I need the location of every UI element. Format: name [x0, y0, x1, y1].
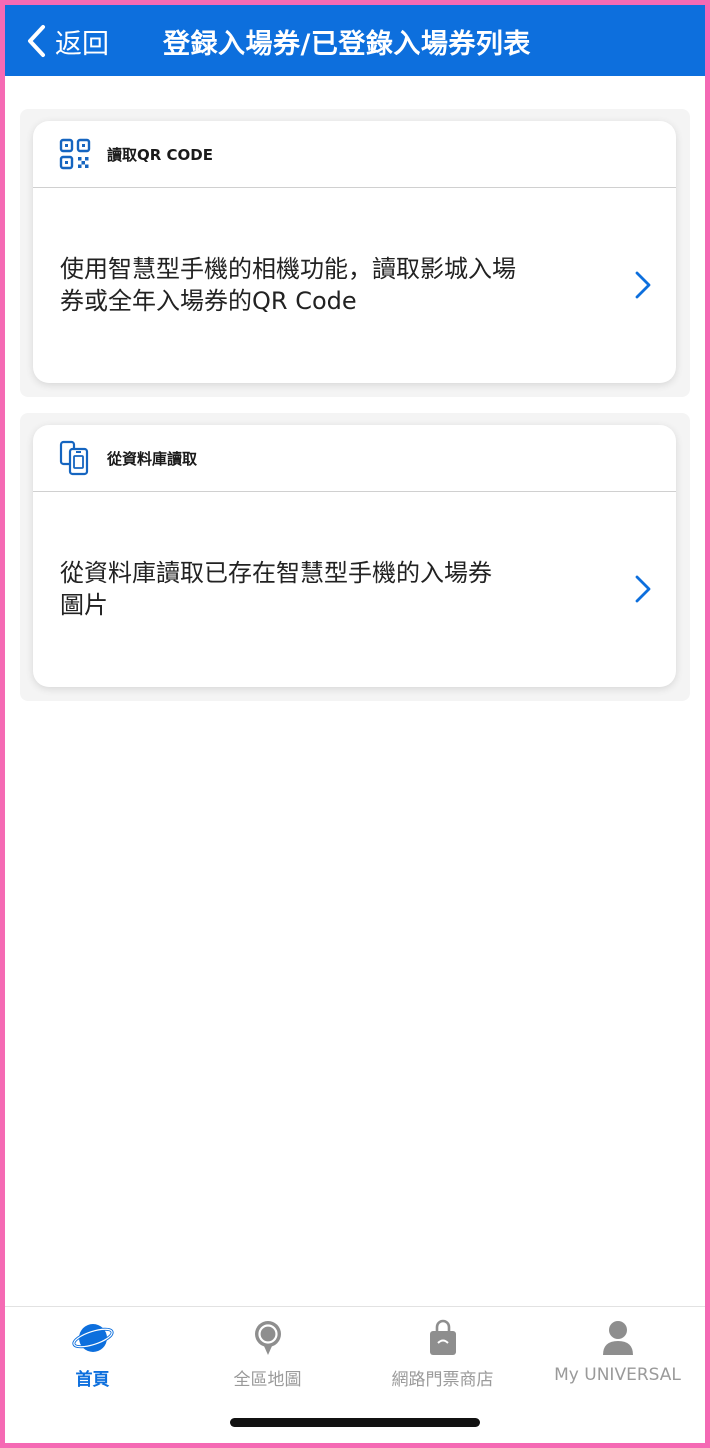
tab-my-universal[interactable]: My UNIVERSAL: [530, 1319, 705, 1389]
back-label: 返回: [55, 28, 109, 60]
card-description: 使用智慧型手機的相機功能，讀取影城入場 券或全年入場券的QR Code: [60, 253, 580, 317]
tab-home[interactable]: 首頁: [5, 1319, 180, 1390]
qr-code-card: 讀取QR CODE 使用智慧型手機的相機功能，讀取影城入場 券或全年入場券的QR…: [33, 121, 676, 383]
load-from-library-button[interactable]: 從資料庫讀取已存在智慧型手機的入場券 圖片: [33, 492, 676, 687]
chevron-right-icon: [634, 270, 652, 304]
tab-ticket-store[interactable]: 網路門票商店: [355, 1319, 530, 1390]
qr-code-icon: [59, 138, 91, 170]
home-indicator: [230, 1418, 480, 1427]
app-frame: 返回 登録入場券/已登錄入場券列表 讀取QR CODE 使用智慧型手機的相機功能…: [0, 0, 710, 1448]
card-header: 讀取QR CODE: [33, 121, 676, 188]
card-header: 從資料庫讀取: [33, 425, 676, 492]
card-description: 從資料庫讀取已存在智慧型手機的入場券 圖片: [60, 557, 580, 621]
library-card: 從資料庫讀取 從資料庫讀取已存在智慧型手機的入場券 圖片: [33, 425, 676, 687]
tab-label: 網路門票商店: [391, 1370, 494, 1390]
tab-label: 首頁: [75, 1370, 110, 1390]
scan-qr-button[interactable]: 使用智慧型手機的相機功能，讀取影城入場 券或全年入場券的QR Code: [33, 188, 676, 383]
card-description-line: 使用智慧型手機的相機功能，讀取影城入場: [60, 255, 516, 283]
card-description-line: 從資料庫讀取已存在智慧型手機的入場券: [60, 559, 492, 587]
card-description-line: 圖片: [60, 591, 108, 619]
tab-map[interactable]: 全區地圖: [180, 1319, 355, 1390]
back-button[interactable]: 返回: [25, 21, 109, 61]
card-heading: 從資料庫讀取: [107, 449, 198, 468]
phone-library-icon: [59, 440, 91, 476]
card-heading: 讀取QR CODE: [107, 145, 213, 164]
bottom-tab-bar: 首頁 全區地圖 網路門票商店 My UNIVERSAL: [5, 1306, 705, 1443]
card-description-line: 券或全年入場券的QR Code: [60, 287, 357, 315]
page-title: 登録入場券/已登錄入場券列表: [163, 29, 531, 60]
top-bar: 返回 登録入場券/已登錄入場券列表: [5, 5, 705, 76]
chevron-right-icon: [634, 574, 652, 608]
qr-card-group: 讀取QR CODE 使用智慧型手機的相機功能，讀取影城入場 券或全年入場券的QR…: [20, 109, 690, 397]
user-icon: [530, 1319, 705, 1357]
shopping-bag-icon: [355, 1319, 530, 1357]
map-pin-icon: [180, 1319, 355, 1357]
tab-label: 全區地圖: [233, 1370, 302, 1390]
chevron-left-icon: [25, 24, 47, 58]
main-content: 讀取QR CODE 使用智慧型手機的相機功能，讀取影城入場 券或全年入場券的QR…: [5, 76, 705, 1306]
library-card-group: 從資料庫讀取 從資料庫讀取已存在智慧型手機的入場券 圖片: [20, 413, 690, 701]
tab-label: My UNIVERSAL: [554, 1365, 681, 1385]
globe-icon: [5, 1319, 180, 1357]
